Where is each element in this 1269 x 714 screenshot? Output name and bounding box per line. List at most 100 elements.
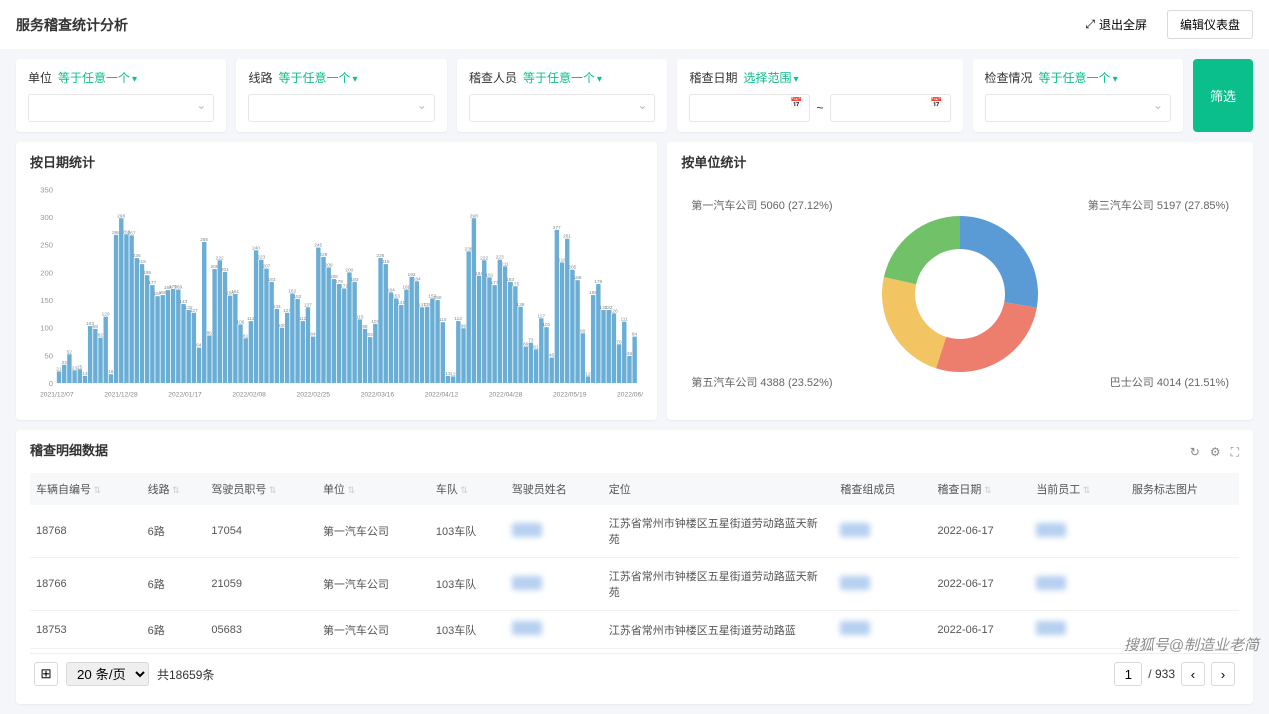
svg-text:52: 52 <box>67 349 73 355</box>
table-row[interactable]: 187686路17054第一汽车公司103车队江苏省常州市钟楼区五星街道劳动路蓝… <box>30 505 1239 558</box>
collapse-icon: ⤢ <box>1085 17 1095 32</box>
columns-button[interactable]: ⊞ <box>34 662 58 686</box>
svg-text:175: 175 <box>511 281 519 287</box>
svg-text:127: 127 <box>190 308 198 314</box>
svg-text:2022/01/17: 2022/01/17 <box>168 391 202 398</box>
filter-inspector-input[interactable] <box>469 94 655 122</box>
filter-date-op[interactable]: 选择范围 <box>743 69 798 86</box>
svg-text:84: 84 <box>310 332 316 338</box>
filter-date-end[interactable] <box>830 94 951 122</box>
svg-text:112: 112 <box>247 316 255 322</box>
filter-date-start[interactable] <box>689 94 810 122</box>
svg-text:215: 215 <box>138 259 146 265</box>
table-header[interactable]: 单位 <box>317 473 430 505</box>
page-input[interactable] <box>1114 662 1142 686</box>
svg-text:126: 126 <box>610 308 618 314</box>
svg-text:98: 98 <box>93 324 99 330</box>
filter-route-op[interactable]: 等于任意一个 <box>279 69 358 86</box>
table-header[interactable]: 当前员工 <box>1030 473 1126 505</box>
svg-text:2022/03/16: 2022/03/16 <box>361 391 395 398</box>
svg-text:238: 238 <box>465 246 473 252</box>
svg-text:215: 215 <box>382 259 390 265</box>
svg-text:226: 226 <box>133 253 141 259</box>
donut-label: 第五汽车公司 4388 (23.52%) <box>691 374 832 390</box>
svg-text:143: 143 <box>179 299 187 305</box>
donut-label: 第一汽车公司 5060 (27.12%) <box>691 197 832 213</box>
svg-text:150: 150 <box>40 296 53 305</box>
svg-text:277: 277 <box>553 225 561 231</box>
svg-text:255: 255 <box>200 237 208 243</box>
filter-route-input[interactable] <box>248 94 434 122</box>
prev-page-button[interactable]: ‹ <box>1181 662 1205 686</box>
svg-text:206: 206 <box>210 264 218 270</box>
svg-text:161: 161 <box>231 289 239 295</box>
filter-inspector-op[interactable]: 等于任意一个 <box>523 69 602 86</box>
svg-text:25: 25 <box>77 364 83 370</box>
settings-icon[interactable]: ⚙ <box>1210 445 1221 460</box>
svg-text:169: 169 <box>402 285 410 291</box>
table-header[interactable]: 稽查日期 <box>931 473 1030 505</box>
svg-text:115: 115 <box>356 314 364 320</box>
watermark: 搜狐号@制造业老简 <box>1124 634 1259 655</box>
svg-text:64: 64 <box>196 343 202 349</box>
fullscreen-icon[interactable]: ⛶ <box>1231 445 1239 460</box>
refresh-icon[interactable]: ↻ <box>1190 445 1200 460</box>
exit-fullscreen-button[interactable]: ⤢ 退出全屏 <box>1073 10 1159 39</box>
svg-text:171: 171 <box>340 284 348 290</box>
table-panel: 稽查明细数据 ↻ ⚙ ⛶ 车辆自编号线路驾驶员职号单位车队驾驶员姓名定位稽查组成… <box>16 430 1253 704</box>
edit-dashboard-button[interactable]: 编辑仪表盘 <box>1167 10 1253 39</box>
donut-label: 第三汽车公司 5197 (27.85%) <box>1088 197 1229 213</box>
filter-unit-op[interactable]: 等于任意一个 <box>58 69 137 86</box>
svg-text:86: 86 <box>207 331 213 337</box>
svg-text:81: 81 <box>243 333 249 339</box>
svg-text:83: 83 <box>367 332 373 338</box>
page-size-select[interactable]: 20 条/页 <box>66 662 149 686</box>
svg-text:84: 84 <box>632 332 638 338</box>
pie-chart-panel: 按单位统计 第三汽车公司 5197 (27.85%)第一汽车公司 5060 (2… <box>667 142 1253 420</box>
filter-status-op[interactable]: 等于任意一个 <box>1039 69 1118 86</box>
table-header[interactable]: 线路 <box>142 473 206 505</box>
svg-text:2022/04/12: 2022/04/12 <box>425 391 459 398</box>
svg-text:141: 141 <box>397 300 405 306</box>
bar-chart: 0501001502002503003502133522325131039882… <box>30 177 643 407</box>
filter-button[interactable]: 筛选 <box>1193 59 1253 132</box>
svg-text:179: 179 <box>594 279 602 285</box>
svg-text:120: 120 <box>102 312 110 318</box>
table-header[interactable]: 车队 <box>430 473 506 505</box>
svg-text:194: 194 <box>475 271 483 277</box>
table-header: 服务标志图片 <box>1126 473 1239 505</box>
filter-inspector: 稽查人员等于任意一个 <box>457 59 667 132</box>
svg-text:98: 98 <box>362 324 368 330</box>
svg-text:205: 205 <box>568 265 576 271</box>
svg-text:134: 134 <box>273 304 281 310</box>
table-header[interactable]: 车辆自编号 <box>30 473 142 505</box>
svg-text:164: 164 <box>387 287 395 293</box>
svg-text:226: 226 <box>376 253 384 259</box>
table-row[interactable]: 187536路05683第一汽车公司103车队江苏省常州市钟楼区五星街道劳动路蓝… <box>30 611 1239 649</box>
svg-text:222: 222 <box>480 255 488 261</box>
svg-text:250: 250 <box>40 241 53 250</box>
svg-text:49: 49 <box>627 351 633 357</box>
svg-text:2021/12/07: 2021/12/07 <box>40 391 74 398</box>
table-header: 定位 <box>603 473 835 505</box>
svg-text:268: 268 <box>112 230 120 236</box>
svg-text:2022/05/19: 2022/05/19 <box>553 391 587 398</box>
svg-text:33: 33 <box>61 360 67 366</box>
svg-text:99: 99 <box>461 323 467 329</box>
svg-text:186: 186 <box>573 275 581 281</box>
filter-status-input[interactable] <box>985 94 1171 122</box>
svg-text:2022/02/08: 2022/02/08 <box>232 391 266 398</box>
total-count: 共18659条 <box>157 666 214 683</box>
svg-text:111: 111 <box>621 317 629 323</box>
filter-unit: 单位等于任意一个 <box>16 59 226 132</box>
svg-text:138: 138 <box>516 302 524 308</box>
svg-text:21: 21 <box>56 366 62 372</box>
svg-text:200: 200 <box>345 267 353 273</box>
next-page-button[interactable]: › <box>1211 662 1235 686</box>
table-row[interactable]: 187666路21059第一汽车公司103车队江苏省常州市钟楼区五星街道劳动路蓝… <box>30 558 1239 611</box>
table-header[interactable]: 驾驶员职号 <box>205 473 317 505</box>
svg-text:61: 61 <box>533 344 539 350</box>
filter-unit-input[interactable] <box>28 94 214 122</box>
svg-text:112: 112 <box>299 316 307 322</box>
svg-text:200: 200 <box>40 268 53 277</box>
